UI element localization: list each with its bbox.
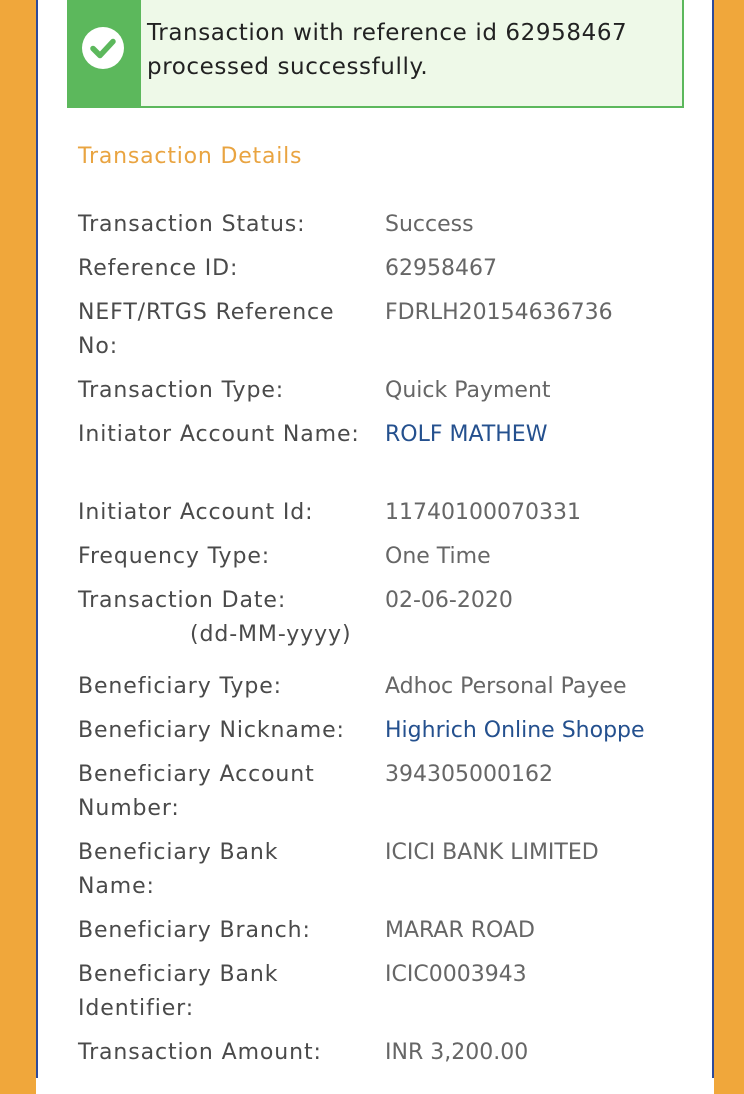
section-title: Transaction Details [78,144,303,169]
detail-value: 11740100070331 [385,500,581,525]
frame-edge-left [0,1078,36,1094]
detail-value: 02-06-2020 [385,588,513,613]
banner-icon-box [69,0,141,106]
detail-label: Frequency Type: [78,544,271,569]
detail-label: Beneficiary Bank Name: [78,840,279,899]
bottom-edge [0,1078,744,1094]
check-circle-icon [82,27,124,69]
detail-value: Quick Payment [385,378,551,403]
detail-value: ICIC0003943 [385,962,527,987]
detail-label: Beneficiary Type: [78,674,282,699]
detail-label-main: Transaction Date: [78,588,287,613]
detail-value: One Time [385,544,491,569]
detail-label: Transaction Type: [78,378,285,403]
success-message-line2: processed successfully. [147,54,429,80]
initiator-account-name-link[interactable]: ROLF MATHEW [385,418,685,452]
success-banner: Transaction with reference id 62958467 p… [67,0,684,108]
detail-value: ICICI BANK LIMITED [385,840,599,865]
success-message: Transaction with reference id 62958467 p… [147,16,677,84]
detail-label: Beneficiary Branch: [78,918,311,943]
detail-value: INR 3,200.00 [385,1040,529,1065]
detail-label: NEFT/RTGS Reference No: [78,300,335,359]
detail-value: 394305000162 [385,762,553,787]
detail-value: FDRLH20154636736 [385,300,613,325]
detail-label: Initiator Account Name: [78,422,360,447]
success-message-line1: Transaction with reference id 62958467 [147,20,628,46]
detail-value: Success [385,212,474,237]
detail-label: Beneficiary Account Number: [78,762,315,821]
detail-label: Transaction Status: [78,212,306,237]
beneficiary-nickname-link[interactable]: Highrich Online Shoppe [385,714,685,748]
detail-label: Initiator Account Id: [78,500,314,525]
detail-label: Transaction Date: (dd-MM-yyyy) [78,584,363,652]
detail-label: Reference ID: [78,256,239,281]
frame-edge-right [714,1078,744,1094]
detail-value: Adhoc Personal Payee [385,674,627,699]
detail-value: MARAR ROAD [385,918,535,943]
detail-value: 62958467 [385,256,497,281]
date-format-hint: (dd-MM-yyyy) [190,622,352,647]
detail-label: Transaction Amount: [78,1040,322,1065]
detail-label: Beneficiary Nickname: [78,718,345,743]
detail-label: Beneficiary Bank Identifier: [78,962,279,1021]
